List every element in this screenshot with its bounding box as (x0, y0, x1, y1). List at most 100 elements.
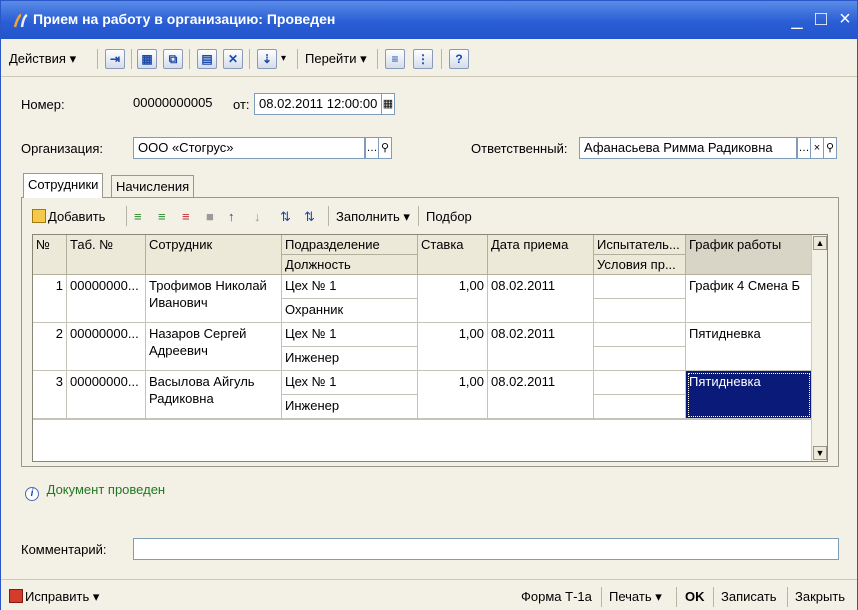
list-icon[interactable]: ≡ (385, 49, 405, 69)
table-cell-rate[interactable]: 1,00 (418, 371, 488, 419)
cancel-post-icon[interactable]: ✕ (223, 49, 243, 69)
col-header-conditions[interactable]: Условия пр... (594, 255, 686, 275)
number-value: 00000000005 (133, 95, 213, 110)
table-cell-department[interactable]: Цех № 1 (282, 323, 418, 347)
col-header-tab[interactable]: Таб. № (67, 235, 146, 275)
table-cell-hire-date[interactable]: 08.02.2011 (488, 323, 594, 371)
calendar-icon[interactable]: ▦ (137, 49, 157, 69)
table-cell-tab[interactable]: 00000000... (67, 275, 146, 323)
col-header-schedule[interactable]: График работы (686, 235, 812, 275)
goto-menu[interactable]: Перейти ▾ (305, 48, 367, 70)
responsible-field[interactable]: Афанасьева Римма Радиковна (579, 137, 797, 159)
col-header-hire-date[interactable]: Дата приема (488, 235, 594, 275)
table-cell-trial[interactable] (594, 323, 686, 347)
tab-employees[interactable]: Сотрудники (23, 173, 104, 198)
col-header-rate[interactable]: Ставка (418, 235, 488, 275)
sort-desc-icon[interactable]: ⇅ (304, 206, 315, 228)
table-cell-position[interactable]: Инженер (282, 347, 418, 371)
col-header-num[interactable]: № (33, 235, 67, 275)
table-cell-department[interactable]: Цех № 1 (282, 275, 418, 299)
help-icon[interactable]: ? (449, 49, 469, 69)
date-field[interactable]: 08.02.2011 12:00:00 (254, 93, 382, 115)
table-cell-employee[interactable]: Васылова Айгуль Радиковна (146, 371, 282, 419)
minimize-button[interactable]: _ (785, 7, 809, 31)
tab-accruals[interactable]: Начисления (111, 175, 195, 199)
select-button[interactable]: Подбор (426, 206, 472, 228)
delete-row-icon[interactable]: ≡ (182, 206, 190, 228)
responsible-open-icon[interactable]: ⚲ (823, 137, 837, 159)
comment-field[interactable] (133, 538, 839, 560)
document-icon (11, 11, 31, 31)
fill-menu[interactable]: Заполнить ▾ (336, 206, 410, 228)
col-header-position[interactable]: Должность (282, 255, 418, 275)
table-empty-area[interactable] (33, 419, 812, 461)
move-up-icon[interactable]: ↑ (228, 206, 235, 228)
print-menu[interactable]: Печать ▾ (609, 587, 662, 607)
toolbar-separator (676, 587, 677, 607)
calendar-picker-icon[interactable]: ▦ (381, 93, 395, 115)
organization-select-button[interactable]: … (365, 137, 379, 159)
info-message: i Документ проведен (25, 482, 165, 501)
table-cell-position[interactable]: Охранник (282, 299, 418, 323)
copy-icon[interactable]: ⧉ (163, 49, 183, 69)
table-cell-schedule[interactable]: Пятидневка (686, 323, 812, 371)
scroll-down-icon[interactable]: ▼ (813, 446, 827, 460)
organization-field[interactable]: ООО «Стогрус» (133, 137, 365, 159)
toolbar-separator (441, 49, 442, 69)
table-cell-trial[interactable] (594, 371, 686, 395)
post-document-icon[interactable]: ⇥ (105, 49, 125, 69)
fix-button[interactable]: Исправить ▾ (9, 587, 99, 607)
close-button[interactable]: Закрыть (795, 587, 845, 607)
structure-icon[interactable]: ⋮ (413, 49, 433, 69)
movements-icon[interactable]: ▤ (197, 49, 217, 69)
employees-tab-panel: Добавить ≡ ≡ ≡ ■ ↑ ↓ ⇅ ⇅ Заполнить ▾ Под… (21, 197, 839, 467)
comment-label: Комментарий: (21, 542, 107, 557)
based-on-dropdown-icon[interactable]: ▾ (281, 48, 286, 70)
table-cell-department[interactable]: Цех № 1 (282, 371, 418, 395)
toolbar-separator (97, 49, 98, 69)
table-cell-tab[interactable]: 00000000... (67, 323, 146, 371)
info-text: Документ проведен (46, 482, 166, 497)
scroll-up-icon[interactable]: ▲ (813, 236, 827, 250)
edit-row-icon[interactable]: ≡ (158, 206, 166, 228)
actions-menu[interactable]: Действия ▾ (9, 48, 76, 70)
save-button[interactable]: Записать (721, 587, 777, 607)
table-cell-num[interactable]: 3 (33, 371, 67, 419)
table-cell-employee[interactable]: Трофимов Николай Иванович (146, 275, 282, 323)
organization-open-icon[interactable]: ⚲ (378, 137, 392, 159)
table-cell-num[interactable]: 2 (33, 323, 67, 371)
bottom-command-bar: Исправить ▾ Форма Т-1а Печать ▾ OK Запис… (1, 579, 857, 610)
table-cell-conditions[interactable] (594, 299, 686, 323)
sort-asc-icon[interactable]: ⇅ (280, 206, 291, 228)
employees-table: № Таб. № Сотрудник Подразделение Должнос… (32, 234, 828, 462)
add-row-button[interactable]: Добавить (32, 206, 105, 228)
table-cell-hire-date[interactable]: 08.02.2011 (488, 371, 594, 419)
responsible-select-button[interactable]: … (797, 137, 811, 159)
table-cell-position[interactable]: Инженер (282, 395, 418, 419)
vertical-scrollbar[interactable]: ▲ ▼ (811, 235, 827, 461)
table-cell-num[interactable]: 1 (33, 275, 67, 323)
col-header-department[interactable]: Подразделение (282, 235, 418, 255)
responsible-clear-icon[interactable]: × (810, 137, 824, 159)
table-cell-rate[interactable]: 1,00 (418, 323, 488, 371)
col-header-trial[interactable]: Испытатель... (594, 235, 686, 255)
table-cell-tab[interactable]: 00000000... (67, 371, 146, 419)
close-window-button[interactable]: × (833, 7, 857, 31)
table-cell-trial[interactable] (594, 275, 686, 299)
move-down-icon[interactable]: ↓ (254, 206, 261, 228)
end-edit-icon[interactable]: ■ (206, 206, 214, 228)
table-cell-conditions[interactable] (594, 347, 686, 371)
toolbar-separator (131, 49, 132, 69)
table-cell-schedule-selected[interactable]: Пятидневка (686, 371, 812, 419)
table-cell-employee[interactable]: Назаров Сергей Адреевич (146, 323, 282, 371)
table-cell-schedule[interactable]: График 4 Смена Б (686, 275, 812, 323)
form-t1a-button[interactable]: Форма Т-1а (521, 587, 592, 607)
maximize-button[interactable]: □ (809, 7, 833, 31)
table-cell-rate[interactable]: 1,00 (418, 275, 488, 323)
col-header-employee[interactable]: Сотрудник (146, 235, 282, 275)
based-on-icon[interactable]: ⇣ (257, 49, 277, 69)
copy-row-icon[interactable]: ≡ (134, 206, 142, 228)
ok-button[interactable]: OK (685, 587, 705, 607)
table-cell-hire-date[interactable]: 08.02.2011 (488, 275, 594, 323)
table-cell-conditions[interactable] (594, 395, 686, 419)
